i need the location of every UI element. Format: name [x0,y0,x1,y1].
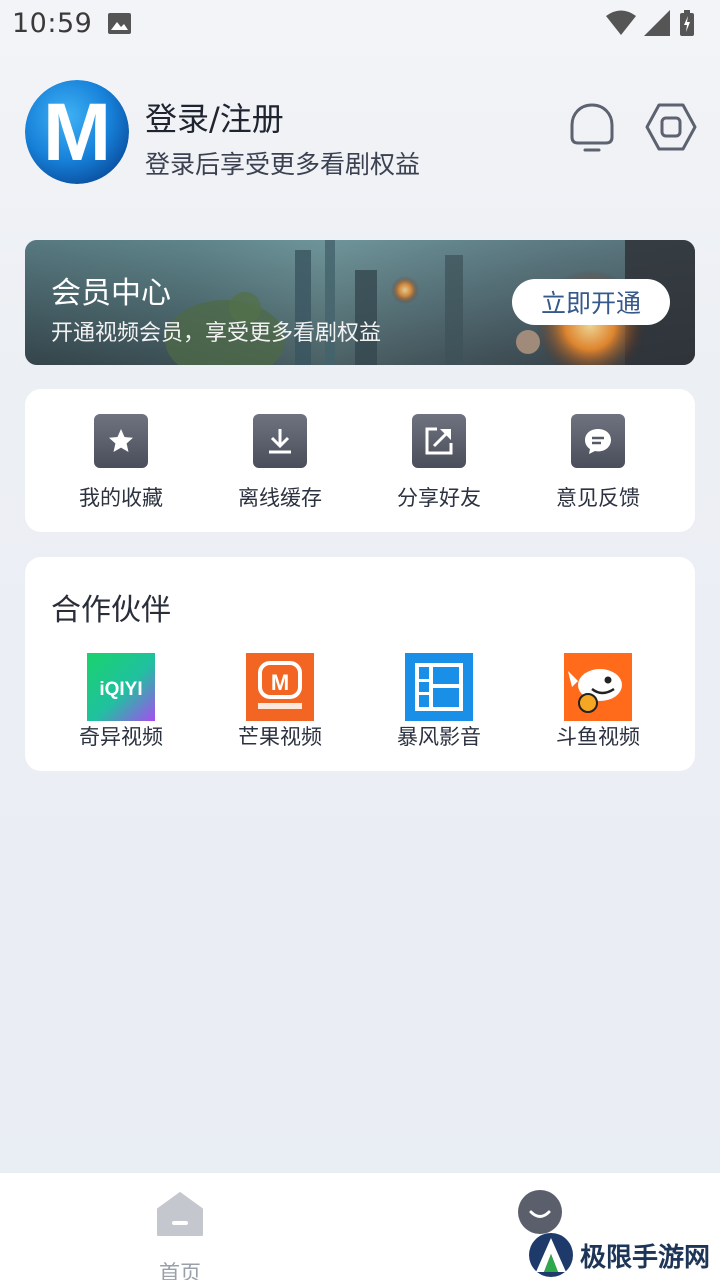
battery-icon [680,10,694,36]
partner-label: 芒果视频 [238,725,322,749]
home-icon [157,1192,203,1236]
mango-logo: M [246,653,314,721]
status-bar: 10:59 [0,0,720,50]
douyu-logo [564,653,632,721]
notification-bell-icon[interactable] [566,101,618,153]
svg-text:M: M [43,87,111,178]
activate-vip-button[interactable]: 立即开通 [512,279,670,325]
watermark-text: 极限手游网 [580,1243,711,1273]
settings-hexagon-icon[interactable] [645,101,697,153]
partner-baofeng[interactable]: 暴风影音 [369,653,509,753]
baofeng-logo [405,653,473,721]
wifi-icon [606,10,636,35]
watermark-logo [529,1233,573,1277]
tool-favorites[interactable]: 我的收藏 [51,414,191,514]
avatar[interactable]: M [25,80,129,184]
watermark: 极限手游网 [528,1232,718,1278]
partners-card: 合作伙伴 iQIYI 奇异视频 M 芒果视频 暴风影音 斗鱼视频 [25,557,695,771]
svg-text:iQIYI: iQIYI [99,679,142,700]
tool-label: 分享好友 [397,486,481,510]
tool-share[interactable]: 分享好友 [369,414,509,514]
feedback-icon [571,414,625,468]
vip-banner[interactable]: 会员中心 开通视频会员，享受更多看剧权益 立即开通 [25,240,695,365]
tool-feedback[interactable]: 意见反馈 [528,414,668,514]
share-icon [412,414,466,468]
partner-douyu[interactable]: 斗鱼视频 [528,653,668,753]
login-subtitle: 登录后享受更多看剧权益 [145,150,421,179]
tool-label: 我的收藏 [79,486,163,510]
profile-icon [518,1190,562,1234]
tool-label: 离线缓存 [238,486,322,510]
signal-icon [644,10,670,36]
download-icon [253,414,307,468]
tools-card: 我的收藏 离线缓存 分享好友 意见反馈 [25,389,695,532]
partner-mango[interactable]: M 芒果视频 [210,653,350,753]
vip-center-title: 会员中心 [51,276,171,311]
partner-label: 斗鱼视频 [556,725,640,749]
avatar-logo: M [25,80,129,184]
partner-label: 暴风影音 [397,725,481,749]
tool-label: 意见反馈 [556,486,640,510]
nav-home-label: 首页 [159,1261,201,1280]
nav-home[interactable]: 首页 [110,1187,250,1280]
partner-label: 奇异视频 [79,725,163,749]
login-register-link[interactable]: 登录/注册 [145,94,284,140]
star-icon [94,414,148,468]
tool-offline-cache[interactable]: 离线缓存 [210,414,350,514]
vip-subtitle: 开通视频会员，享受更多看剧权益 [51,321,382,346]
iqiyi-logo: iQIYI [87,653,155,721]
partner-iqiyi[interactable]: iQIYI 奇异视频 [51,653,191,753]
svg-text:M: M [271,670,289,695]
image-icon [108,13,131,34]
status-icons [606,10,706,38]
partners-title: 合作伙伴 [51,593,171,628]
status-time: 10:59 [12,8,93,39]
